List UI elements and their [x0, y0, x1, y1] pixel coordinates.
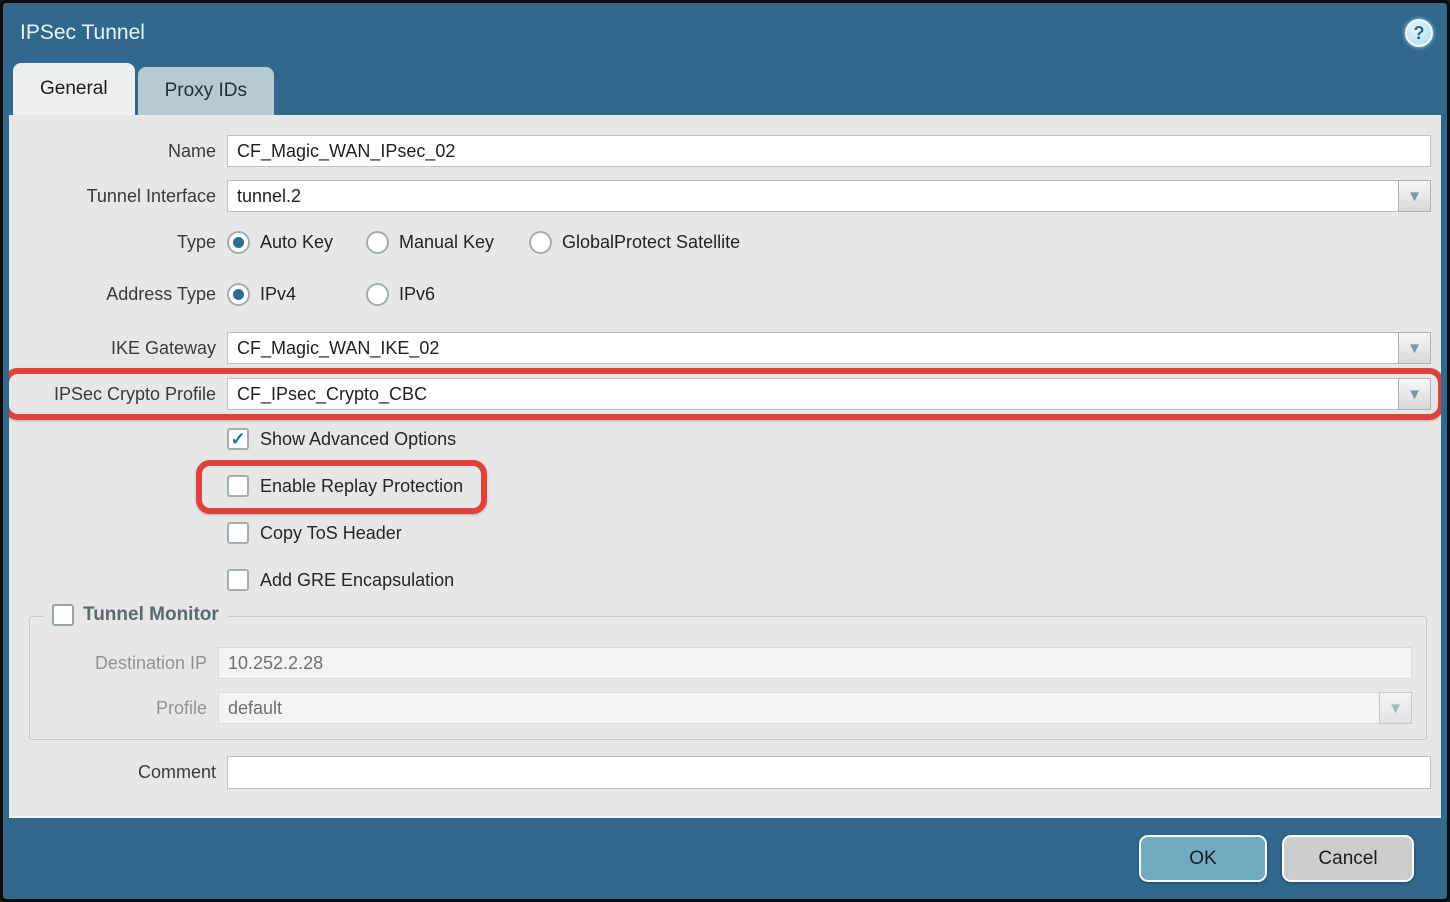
- comment-input[interactable]: [227, 756, 1431, 789]
- chevron-down-icon: ▼: [1407, 386, 1422, 403]
- add-gre-encapsulation-label: Add GRE Encapsulation: [260, 570, 454, 591]
- comment-label: Comment: [17, 762, 216, 783]
- add-gre-encapsulation-row: Add GRE Encapsulation: [9, 569, 1441, 591]
- show-advanced-options-row: ✓ Show Advanced Options: [9, 428, 1441, 450]
- type-option-auto-key: Auto Key: [227, 231, 366, 254]
- address-type-label: Address Type: [17, 284, 216, 305]
- cancel-button[interactable]: Cancel: [1282, 835, 1414, 882]
- ipsec-tunnel-dialog: IPSec Tunnel ? General Proxy IDs Name Tu…: [0, 0, 1450, 902]
- profile-row: Profile ▼: [30, 692, 1412, 724]
- ipv6-radio[interactable]: [366, 283, 389, 306]
- ipv6-label: IPv6: [399, 284, 435, 305]
- tunnel-monitor-fieldset: Tunnel Monitor Destination IP Profile ▼: [29, 616, 1427, 740]
- ipsec-crypto-profile-input[interactable]: [227, 378, 1399, 410]
- auto-key-radio[interactable]: [227, 231, 250, 254]
- destination-ip-row: Destination IP: [30, 647, 1412, 679]
- copy-tos-header-checkbox[interactable]: [227, 522, 249, 544]
- dialog-titlebar: IPSec Tunnel ?: [3, 3, 1447, 63]
- show-advanced-options-checkbox[interactable]: ✓: [227, 428, 249, 450]
- auto-key-label: Auto Key: [260, 232, 333, 253]
- enable-replay-protection-checkbox[interactable]: [227, 475, 249, 497]
- type-option-manual-key: Manual Key: [366, 231, 529, 254]
- dialog-footer: OK Cancel: [3, 818, 1447, 899]
- manual-key-radio[interactable]: [366, 231, 389, 254]
- tab-bar: General Proxy IDs: [3, 63, 1447, 115]
- chevron-down-icon: ▼: [1388, 700, 1403, 717]
- address-type-option-ipv6: IPv6: [366, 283, 435, 306]
- type-label: Type: [17, 232, 216, 253]
- name-label: Name: [17, 141, 216, 162]
- type-row: Type Auto Key Manual Key GlobalProtect S…: [9, 230, 1441, 254]
- tab-proxy-ids[interactable]: Proxy IDs: [138, 67, 274, 115]
- chevron-down-icon: ▼: [1407, 188, 1422, 205]
- ike-gateway-dropdown-button[interactable]: ▼: [1398, 332, 1431, 364]
- type-option-globalprotect-satellite: GlobalProtect Satellite: [529, 231, 740, 254]
- profile-input: [218, 692, 1380, 724]
- ike-gateway-row: IKE Gateway ▼: [9, 332, 1441, 364]
- comment-row: Comment: [9, 756, 1441, 789]
- ok-button[interactable]: OK: [1139, 835, 1267, 882]
- globalprotect-satellite-radio[interactable]: [529, 231, 552, 254]
- copy-tos-header-label: Copy ToS Header: [260, 523, 402, 544]
- globalprotect-satellite-label: GlobalProtect Satellite: [562, 232, 740, 253]
- tab-general[interactable]: General: [13, 63, 135, 115]
- check-icon: ✓: [230, 430, 245, 448]
- ipsec-crypto-profile-label: IPSec Crypto Profile: [17, 384, 216, 405]
- ipsec-crypto-profile-dropdown-button[interactable]: ▼: [1398, 378, 1431, 410]
- ike-gateway-input[interactable]: [227, 332, 1399, 364]
- profile-label: Profile: [30, 698, 207, 719]
- general-tab-panel: Name Tunnel Interface ▼ Type Auto Key Ma…: [9, 115, 1441, 818]
- tunnel-monitor-label: Tunnel Monitor: [83, 604, 219, 626]
- add-gre-encapsulation-checkbox[interactable]: [227, 569, 249, 591]
- destination-ip-label: Destination IP: [30, 653, 207, 674]
- tunnel-interface-dropdown-button[interactable]: ▼: [1398, 180, 1431, 212]
- dialog-title: IPSec Tunnel: [20, 21, 145, 45]
- profile-dropdown-button: ▼: [1379, 692, 1412, 724]
- destination-ip-input: [218, 647, 1412, 679]
- tunnel-monitor-checkbox[interactable]: [52, 604, 74, 626]
- manual-key-label: Manual Key: [399, 232, 494, 253]
- ike-gateway-label: IKE Gateway: [17, 338, 216, 359]
- name-row: Name: [9, 135, 1441, 167]
- help-icon[interactable]: ?: [1405, 19, 1433, 47]
- enable-replay-protection-row: Enable Replay Protection: [9, 475, 1441, 497]
- tunnel-interface-label: Tunnel Interface: [17, 186, 216, 207]
- tunnel-monitor-legend: Tunnel Monitor: [43, 604, 228, 626]
- copy-tos-header-row: Copy ToS Header: [9, 522, 1441, 544]
- enable-replay-protection-label: Enable Replay Protection: [260, 476, 463, 497]
- chevron-down-icon: ▼: [1407, 340, 1422, 357]
- address-type-option-ipv4: IPv4: [227, 283, 366, 306]
- tunnel-interface-input[interactable]: [227, 180, 1399, 212]
- ipsec-crypto-profile-row: IPSec Crypto Profile ▼: [9, 378, 1441, 410]
- tunnel-interface-row: Tunnel Interface ▼: [9, 180, 1441, 212]
- address-type-row: Address Type IPv4 IPv6: [9, 282, 1441, 306]
- ipv4-radio[interactable]: [227, 283, 250, 306]
- name-input[interactable]: [227, 135, 1431, 167]
- show-advanced-options-label: Show Advanced Options: [260, 429, 456, 450]
- ipv4-label: IPv4: [260, 284, 296, 305]
